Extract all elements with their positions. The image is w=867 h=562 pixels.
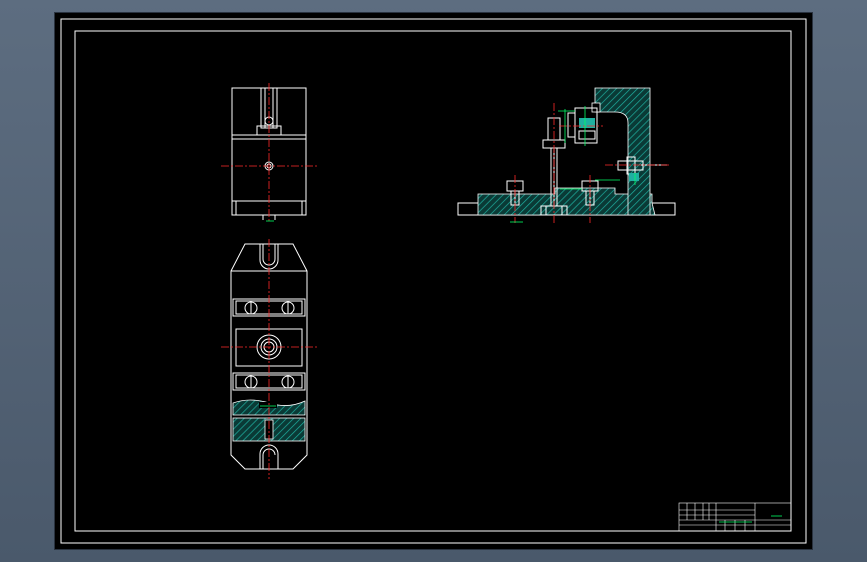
title-block[interactable] <box>678 502 792 532</box>
cad-drawing-viewport[interactable] <box>55 13 812 549</box>
outer-frame <box>60 18 807 544</box>
fixture-assembly-drawing <box>60 18 807 544</box>
inner-frame <box>74 30 792 532</box>
front-section-view[interactable] <box>457 87 676 223</box>
top-view[interactable] <box>221 83 317 222</box>
plan-view[interactable] <box>221 239 317 479</box>
